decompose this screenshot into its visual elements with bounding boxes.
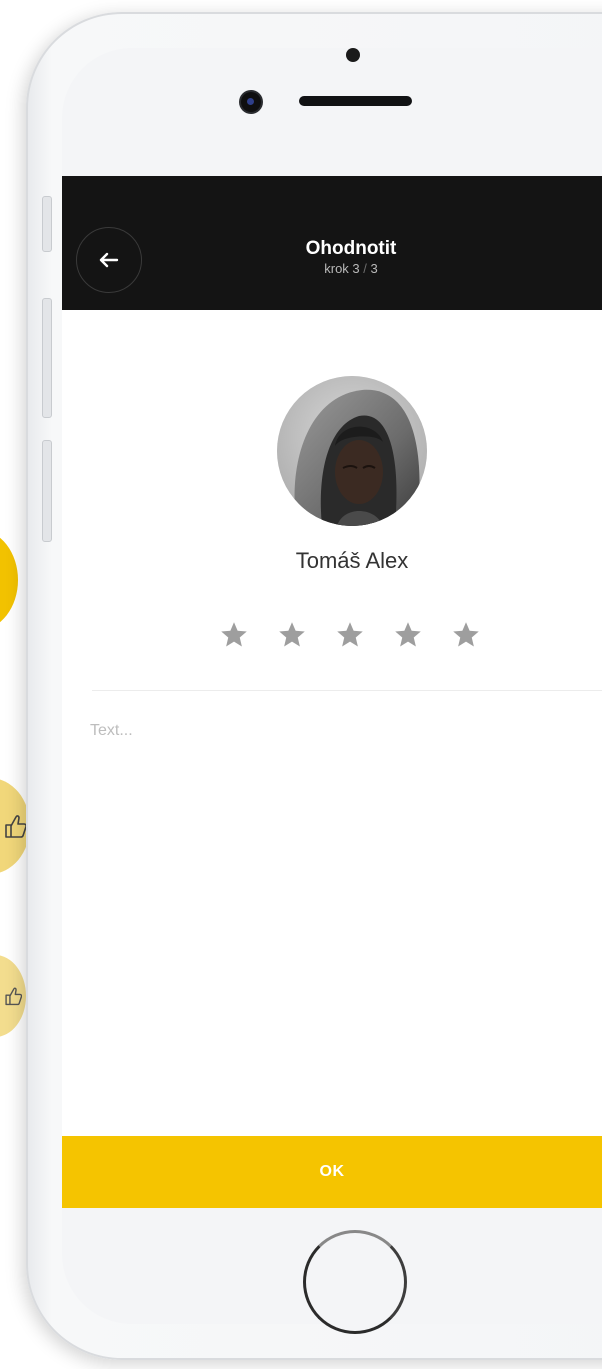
page-title: Ohodnotit	[305, 238, 397, 259]
proximity-sensor	[346, 48, 360, 62]
home-button[interactable]	[303, 1230, 407, 1334]
star-icon[interactable]	[451, 620, 481, 650]
volume-up-button	[42, 298, 52, 418]
divider	[92, 690, 602, 691]
front-camera	[241, 92, 261, 112]
app-screen: Ohodnotit krok 3 / 3 Tomáš Alex Text... …	[62, 176, 602, 1208]
star-icon[interactable]	[219, 620, 249, 650]
background-circle-thumb-small	[0, 955, 26, 1037]
header-bar: Ohodnotit krok 3 / 3	[62, 176, 602, 310]
step-total: 3	[370, 261, 378, 276]
earpiece-speaker	[299, 96, 412, 106]
step-indicator: krok 3 / 3	[62, 260, 602, 278]
review-textarea[interactable]	[90, 722, 602, 1112]
stage: Ohodnotit krok 3 / 3 Tomáš Alex Text... …	[0, 0, 602, 1369]
ok-button[interactable]: OK	[62, 1136, 602, 1208]
star-icon[interactable]	[277, 620, 307, 650]
step-current: krok 3	[324, 261, 360, 276]
star-icon[interactable]	[335, 620, 365, 650]
avatar	[277, 376, 427, 526]
volume-down-button	[42, 440, 52, 542]
star-icon[interactable]	[393, 620, 423, 650]
mute-switch	[42, 196, 52, 252]
step-separator: /	[363, 261, 367, 276]
background-circle	[0, 530, 18, 630]
thumbs-up-icon	[5, 987, 22, 1006]
user-name: Tomáš Alex	[295, 548, 409, 573]
thumbs-up-icon	[5, 815, 26, 838]
star-rating	[219, 620, 481, 656]
header-title-group: Ohodnotit krok 3 / 3	[62, 238, 602, 278]
avatar-image	[277, 376, 427, 526]
